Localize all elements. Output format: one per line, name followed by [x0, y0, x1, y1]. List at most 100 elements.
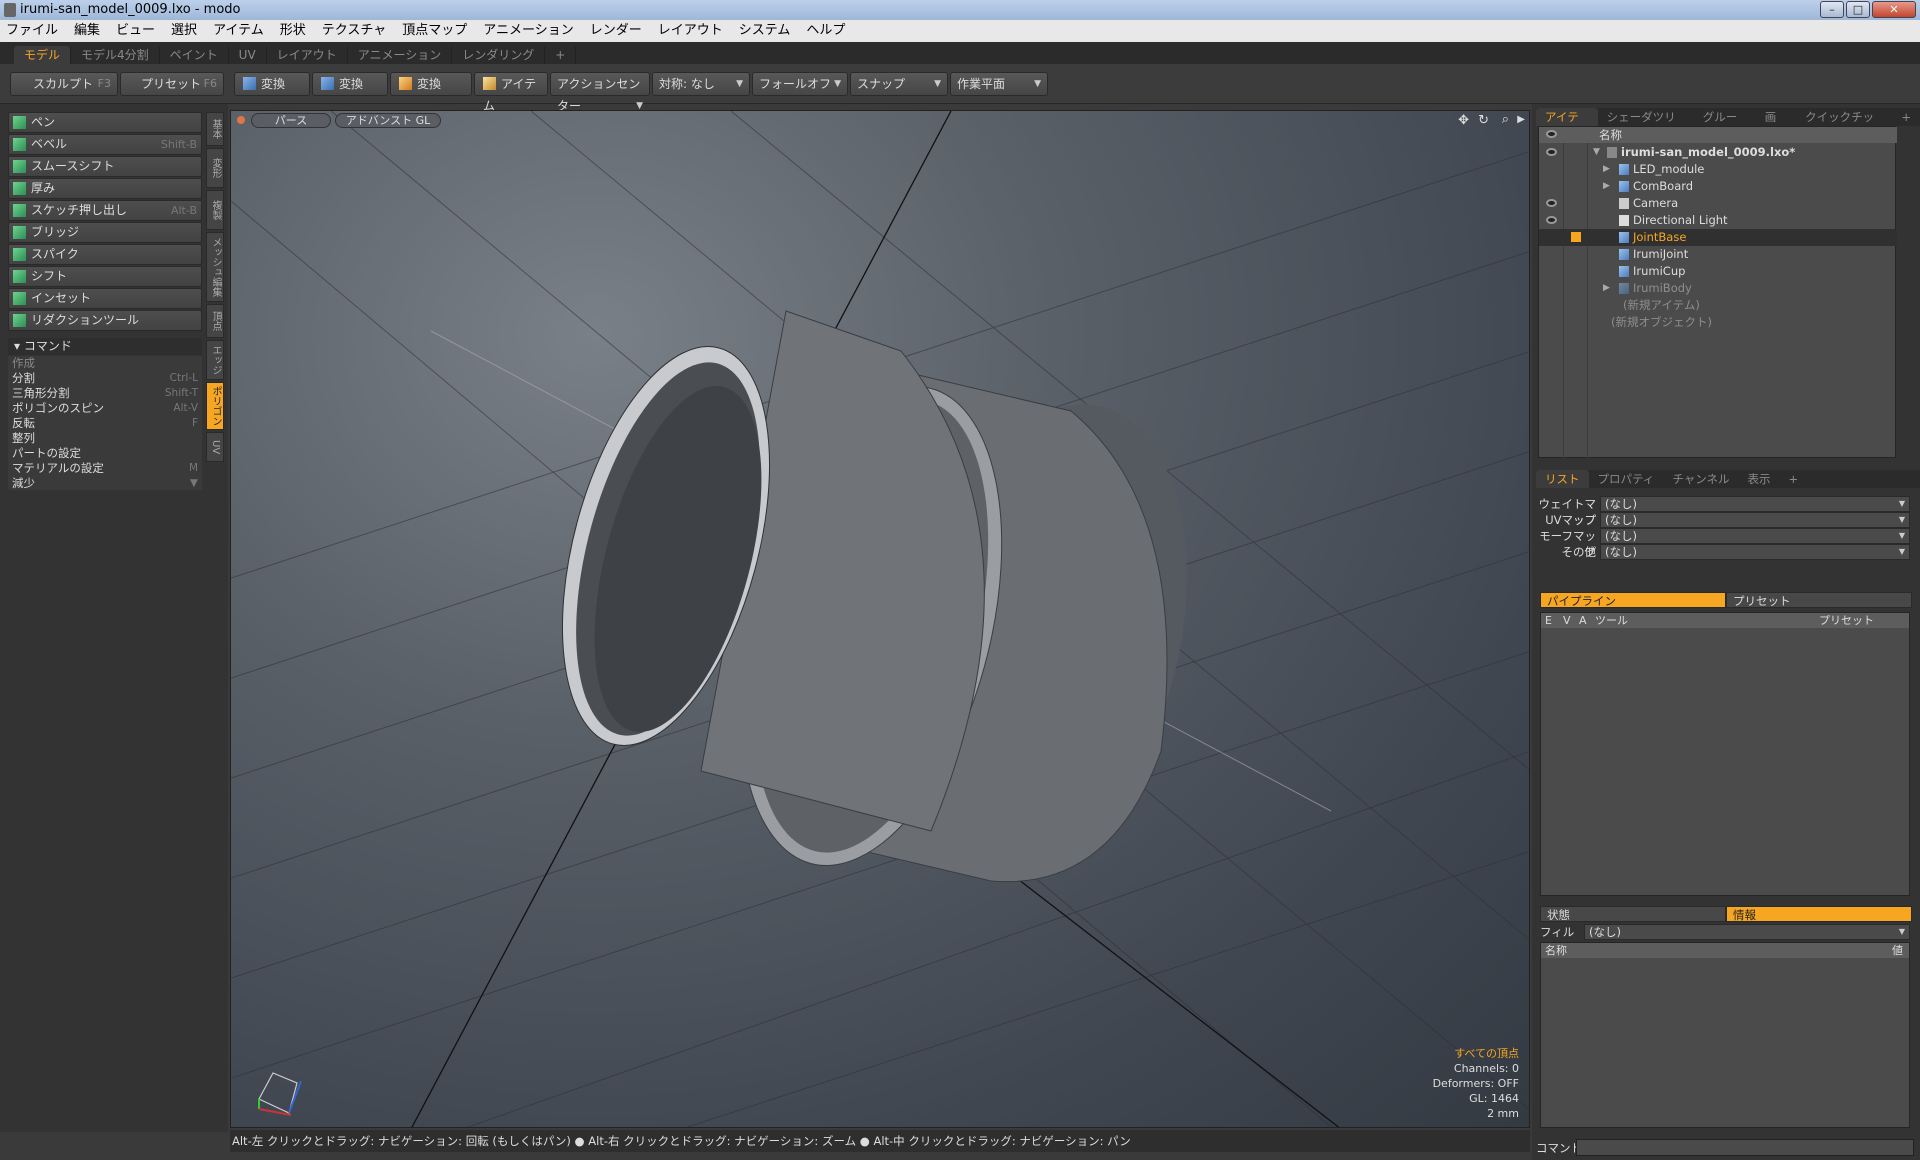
tab-images[interactable]: 画像 — [1756, 108, 1796, 142]
preset-button[interactable]: プリセット F6 — [120, 72, 224, 96]
minimize-button[interactable]: – — [1820, 1, 1844, 18]
menu-edit[interactable]: 編集 — [74, 20, 100, 42]
maximize-button[interactable]: □ — [1846, 1, 1870, 18]
tab-rendering[interactable]: レンダリング — [452, 46, 546, 64]
tree-item-irumibody[interactable]: ▶ IrumiBody — [1539, 280, 1897, 297]
chevron-right-icon[interactable]: ▶ — [1603, 178, 1610, 195]
side-tab-edge[interactable]: エッジ — [206, 340, 224, 380]
uv-map-dropdown[interactable]: (なし) ▼ — [1600, 512, 1910, 528]
command-triple[interactable]: 三角形分割 Shift-T — [8, 386, 202, 401]
falloff-dropdown[interactable]: フォールオフ ▼ — [752, 72, 848, 96]
side-tab-polygon[interactable]: ポリゴン — [206, 382, 224, 430]
add-tab-button[interactable]: + — [545, 46, 577, 64]
transform-scale-button[interactable]: 変換 — [390, 72, 472, 96]
tree-item-jointbase[interactable]: JointBase — [1539, 229, 1897, 246]
tab-layout[interactable]: レイアウト — [267, 46, 348, 64]
side-tab-duplicate[interactable]: 複製 — [206, 190, 224, 230]
shading-mode-button[interactable]: アドバンスト GL — [335, 113, 441, 128]
viewport-menu-dot[interactable] — [237, 116, 245, 124]
tree-item-camera[interactable]: Camera — [1539, 195, 1897, 212]
tree-item-scene[interactable]: ▼ irumi-san_model_0009.lxo* — [1539, 144, 1897, 161]
command-input[interactable] — [1576, 1139, 1914, 1156]
tab-properties[interactable]: プロパティ — [1589, 470, 1664, 488]
command-set-part[interactable]: パートの設定 — [8, 446, 202, 461]
zoom-icon[interactable]: ⌕ — [1502, 112, 1509, 127]
tab-items[interactable]: アイテム — [1536, 108, 1598, 142]
tab-state[interactable]: 状態 — [1540, 906, 1726, 922]
weight-map-dropdown[interactable]: (なし) ▼ — [1600, 496, 1910, 512]
command-flip[interactable]: 反転 F — [8, 416, 202, 431]
menu-view[interactable]: ビュー — [116, 20, 155, 42]
add-list-tab-button[interactable]: + — [1779, 470, 1807, 488]
eye-icon[interactable] — [1546, 148, 1557, 156]
tree-item-led-module[interactable]: ▶ LED_module — [1539, 161, 1897, 178]
command-reduce[interactable]: 減少 ▼ — [8, 476, 202, 491]
side-tab-basic[interactable]: 基本 — [206, 112, 224, 146]
side-tab-vertex[interactable]: 頂点 — [206, 304, 224, 338]
tree-item-irumicup[interactable]: IrumiCup — [1539, 263, 1897, 280]
close-button[interactable]: ✕ — [1872, 1, 1916, 18]
tab-paint[interactable]: ペイント — [160, 46, 229, 64]
tab-display[interactable]: 表示 — [1738, 470, 1779, 488]
menu-select[interactable]: 選択 — [171, 20, 197, 42]
eye-icon[interactable] — [1546, 199, 1557, 207]
command-split[interactable]: 分割 Ctrl-L — [8, 371, 202, 386]
tree-item-irumijoint[interactable]: IrumiJoint — [1539, 246, 1897, 263]
menu-system[interactable]: システム — [739, 20, 791, 42]
transform-move-button[interactable]: 変換 — [234, 72, 310, 96]
sculpt-button[interactable]: スカルプト F3 — [10, 72, 118, 96]
workplane-dropdown[interactable]: 作業平面 ▼ — [950, 72, 1048, 96]
chevron-right-icon[interactable]: ▶ — [1603, 280, 1610, 297]
action-center-dropdown[interactable]: アクションセンター ▼ — [550, 72, 650, 113]
inset-tool[interactable]: インセット — [8, 288, 202, 309]
tab-pipeline-preset[interactable]: プリセット — [1726, 592, 1912, 608]
pan-icon[interactable]: ✥ — [1458, 113, 1469, 128]
snap-dropdown[interactable]: スナップ ▼ — [850, 72, 948, 96]
smooth-shift-tool[interactable]: スムースシフト — [8, 156, 202, 177]
bridge-tool[interactable]: ブリッジ — [8, 222, 202, 243]
3d-viewport[interactable]: パース アドバンスト GL ✥ ↻ ⌕ ▶ すべての頂点 Channels: 0… — [230, 110, 1530, 1128]
bevel-tool[interactable]: ベベル Shift-B — [8, 134, 202, 155]
add-panel-tab-button[interactable]: + — [1892, 108, 1920, 126]
menu-item[interactable]: アイテム — [213, 20, 264, 42]
tab-uv[interactable]: UV — [229, 46, 267, 64]
tree-item-comboard[interactable]: ▶ ComBoard — [1539, 178, 1897, 195]
side-tab-uv[interactable]: UV — [206, 432, 224, 462]
tab-shader-tree[interactable]: シェーダツリー — [1598, 108, 1694, 142]
command-align[interactable]: 整列 — [8, 431, 202, 446]
command-create[interactable]: 作成 — [8, 356, 202, 371]
menu-help[interactable]: ヘルプ — [806, 20, 845, 42]
tree-new-object[interactable]: (新規オブジェクト) — [1539, 314, 1897, 331]
reduction-tool[interactable]: リダクションツール — [8, 310, 202, 331]
rotate-view-icon[interactable]: ↻ — [1478, 113, 1489, 128]
tab-animation[interactable]: アニメーション — [348, 46, 453, 64]
transform-rotate-button[interactable]: 変換 — [312, 72, 388, 96]
thicken-tool[interactable]: 厚み — [8, 178, 202, 199]
menu-file[interactable]: ファイル — [6, 20, 58, 42]
menu-texture[interactable]: テクスチャ — [322, 20, 386, 42]
item-button[interactable]: アイテム — [474, 72, 548, 113]
tree-new-item[interactable]: (新規アイテム) — [1539, 297, 1897, 314]
chevron-down-icon[interactable]: ▼ — [1593, 144, 1600, 161]
side-tab-mesh-edit[interactable]: メッシュ編集 — [206, 232, 224, 302]
morph-map-dropdown[interactable]: (なし) ▼ — [1600, 528, 1910, 544]
command-spin-polygons[interactable]: ポリゴンのスピン Alt-V — [8, 401, 202, 416]
tab-model[interactable]: モデル — [14, 46, 72, 64]
sketch-extrude-tool[interactable]: スケッチ押し出し Alt-B — [8, 200, 202, 221]
command-set-material[interactable]: マテリアルの設定 M — [8, 461, 202, 476]
chevron-right-icon[interactable]: ▶ — [1603, 161, 1610, 178]
tab-pipeline[interactable]: パイプライン — [1540, 592, 1726, 608]
tab-model-quad[interactable]: モデル4分割 — [71, 46, 160, 64]
shift-tool[interactable]: シフト — [8, 266, 202, 287]
spike-tool[interactable]: スパイク — [8, 244, 202, 265]
other-map-dropdown[interactable]: (なし) ▼ — [1600, 544, 1910, 560]
menu-animation[interactable]: アニメーション — [483, 20, 573, 42]
tab-list[interactable]: リスト — [1536, 470, 1589, 488]
viewport-scene[interactable] — [231, 111, 1530, 1128]
menu-geometry[interactable]: 形状 — [280, 20, 306, 42]
menu-layout[interactable]: レイアウト — [658, 20, 723, 42]
tab-quick-tips[interactable]: クイックチップ — [1796, 108, 1892, 142]
pen-tool[interactable]: ペン — [8, 112, 202, 133]
expand-arrow-icon[interactable]: ▶ — [1517, 114, 1525, 125]
tab-channels[interactable]: チャンネル — [1663, 470, 1738, 488]
